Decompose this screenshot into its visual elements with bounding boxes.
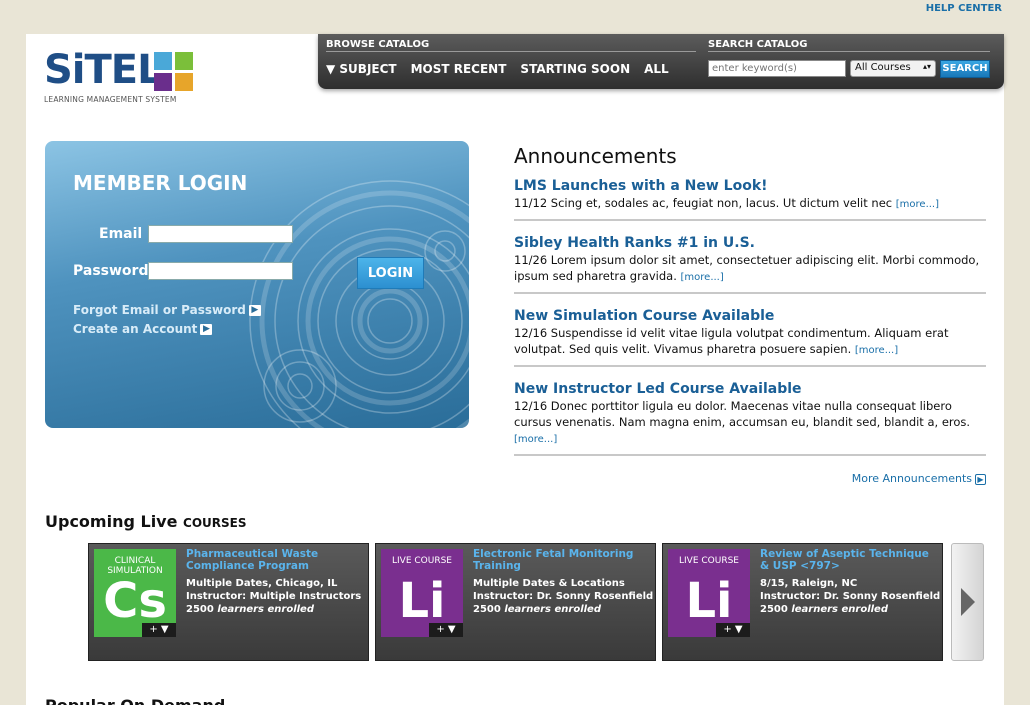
course-type-code: Cs <box>103 573 167 629</box>
course-instructor: Instructor: Multiple Instructors <box>186 591 362 602</box>
announcement-more-link[interactable]: [more...] <box>896 199 939 210</box>
course-card[interactable]: CLINICAL SIMULATION Cs + ▼ Pharmaceutica… <box>88 543 369 661</box>
logo-subtitle: LEARNING MANAGEMENT SYSTEM <box>44 95 177 104</box>
announcement-body: 12/16 Donec porttitor ligula eu dolor. M… <box>514 399 971 445</box>
logo-squares-icon <box>154 52 194 92</box>
course-thumbnail: LIVE COURSE Li + ▼ <box>668 549 750 637</box>
nav-most-recent-link[interactable]: MOST RECENT <box>411 62 507 76</box>
member-login-panel: MEMBER LOGIN Email Password LOGIN Forgot… <box>45 141 469 428</box>
announcement-headline[interactable]: New Simulation Course Available <box>514 308 986 325</box>
announcement-body: 12/16 Suspendisse id velit vitae ligula … <box>514 326 949 356</box>
search-input[interactable] <box>708 60 846 77</box>
nav-subject-link[interactable]: ▼ SUBJECT <box>326 62 397 76</box>
member-login-title: MEMBER LOGIN <box>73 171 248 195</box>
chevron-right-icon <box>961 588 975 616</box>
course-title[interactable]: Electronic Fetal Monitoring Training <box>473 548 651 572</box>
create-link-text: Create an Account <box>73 322 198 336</box>
announcement-more-link[interactable]: [more...] <box>514 434 557 445</box>
catalog-navbar: BROWSE CATALOG SEARCH CATALOG ▼ SUBJECT … <box>318 34 1004 89</box>
announcement-item: LMS Launches with a New Look! 11/12 Scin… <box>514 178 986 221</box>
add-course-dropdown-icon[interactable]: + ▼ <box>716 623 750 637</box>
course-enrollment: 2500 learners enrolled <box>473 604 601 615</box>
course-thumbnail: CLINICAL SIMULATION Cs + ▼ <box>94 549 176 637</box>
announcement-more-link[interactable]: [more...] <box>681 272 724 283</box>
page-container: SiTEL LEARNING MANAGEMENT SYSTEM BROWSE … <box>26 34 1004 705</box>
email-label: Email <box>99 226 143 242</box>
course-card[interactable]: LIVE COURSE Li + ▼ Electronic Fetal Moni… <box>375 543 656 661</box>
add-course-dropdown-icon[interactable]: + ▼ <box>429 623 463 637</box>
announcements-section: Announcements LMS Launches with a New Lo… <box>514 144 986 470</box>
course-thumbnail: LIVE COURSE Li + ▼ <box>381 549 463 637</box>
course-type-select[interactable]: All Courses ▴▾ <box>850 60 936 77</box>
select-value: All Courses <box>855 62 911 73</box>
announcement-more-link[interactable]: [more...] <box>855 345 898 356</box>
forgot-credentials-link[interactable]: Forgot Email or Password ▶ <box>73 303 261 317</box>
announcements-title: Announcements <box>514 144 677 168</box>
announcement-headline[interactable]: New Instructor Led Course Available <box>514 381 986 398</box>
course-title[interactable]: Pharmaceutical Waste Compliance Program <box>186 548 364 572</box>
announcement-body: 11/26 Lorem ipsum dolor sit amet, consec… <box>514 253 980 283</box>
login-button[interactable]: LOGIN <box>357 257 424 289</box>
course-type-label: LIVE COURSE <box>679 556 739 566</box>
create-account-link[interactable]: Create an Account ▶ <box>73 322 213 336</box>
arrow-right-icon: ▶ <box>200 324 213 335</box>
search-button[interactable]: SEARCH <box>940 60 990 78</box>
sitel-logo[interactable]: SiTEL LEARNING MANAGEMENT SYSTEM <box>44 48 214 108</box>
popular-on-demand-title: Popular On Demand <box>45 696 225 705</box>
search-divider <box>708 51 990 52</box>
search-catalog-heading: SEARCH CATALOG <box>708 39 808 50</box>
announcement-headline[interactable]: Sibley Health Ranks #1 in U.S. <box>514 235 986 252</box>
announcement-item: New Simulation Course Available 12/16 Su… <box>514 308 986 367</box>
help-center-link[interactable]: HELP CENTER <box>926 3 1002 14</box>
add-course-dropdown-icon[interactable]: + ▼ <box>142 623 176 637</box>
carousel-next-button[interactable] <box>951 543 984 661</box>
forgot-link-text: Forgot Email or Password <box>73 303 246 317</box>
course-instructor: Instructor: Dr. Sonny Rosenfield <box>760 591 941 602</box>
upcoming-courses-title: Upcoming Live COURSES <box>45 512 247 531</box>
course-type-label: LIVE COURSE <box>392 556 452 566</box>
course-enrollment: 2500 learners enrolled <box>760 604 888 615</box>
nav-all-link[interactable]: ALL <box>644 62 669 76</box>
announcement-item: Sibley Health Ranks #1 in U.S. 11/26 Lor… <box>514 235 986 294</box>
logo-wordmark: SiTEL <box>44 47 163 93</box>
announcement-body: 11/12 Scing et, sodales ac, feugiat non,… <box>514 196 940 210</box>
announcement-item: New Instructor Led Course Available 12/1… <box>514 381 986 456</box>
browse-links: ▼ SUBJECT MOST RECENT STARTING SOON ALL <box>326 62 669 76</box>
announcement-headline[interactable]: LMS Launches with a New Look! <box>514 178 986 195</box>
browse-catalog-heading: BROWSE CATALOG <box>326 39 430 50</box>
course-title[interactable]: Review of Aseptic Technique & USP <797> <box>760 548 938 572</box>
nav-starting-soon-link[interactable]: STARTING SOON <box>520 62 630 76</box>
course-card[interactable]: LIVE COURSE Li + ▼ Review of Aseptic Tec… <box>662 543 943 661</box>
course-type-code: Li <box>685 573 733 629</box>
email-field[interactable] <box>148 225 293 243</box>
password-field[interactable] <box>148 262 293 280</box>
course-type-code: Li <box>398 573 446 629</box>
course-enrollment: 2500 learners enrolled <box>186 604 314 615</box>
course-dates: Multiple Dates & Locations <box>473 578 625 589</box>
more-announcements-text: More Announcements <box>851 472 972 485</box>
course-dates: Multiple Dates, Chicago, IL <box>186 578 338 589</box>
arrow-right-icon: ▶ <box>975 473 986 485</box>
course-dates: 8/15, Raleign, NC <box>760 578 858 589</box>
more-announcements-link[interactable]: More Announcements ▶ <box>852 472 986 485</box>
arrow-right-icon: ▶ <box>248 305 261 316</box>
browse-divider <box>326 51 696 52</box>
password-label: Password <box>73 263 149 279</box>
course-instructor: Instructor: Dr. Sonny Rosenfield <box>473 591 654 602</box>
select-caret-icon: ▴▾ <box>922 62 931 71</box>
